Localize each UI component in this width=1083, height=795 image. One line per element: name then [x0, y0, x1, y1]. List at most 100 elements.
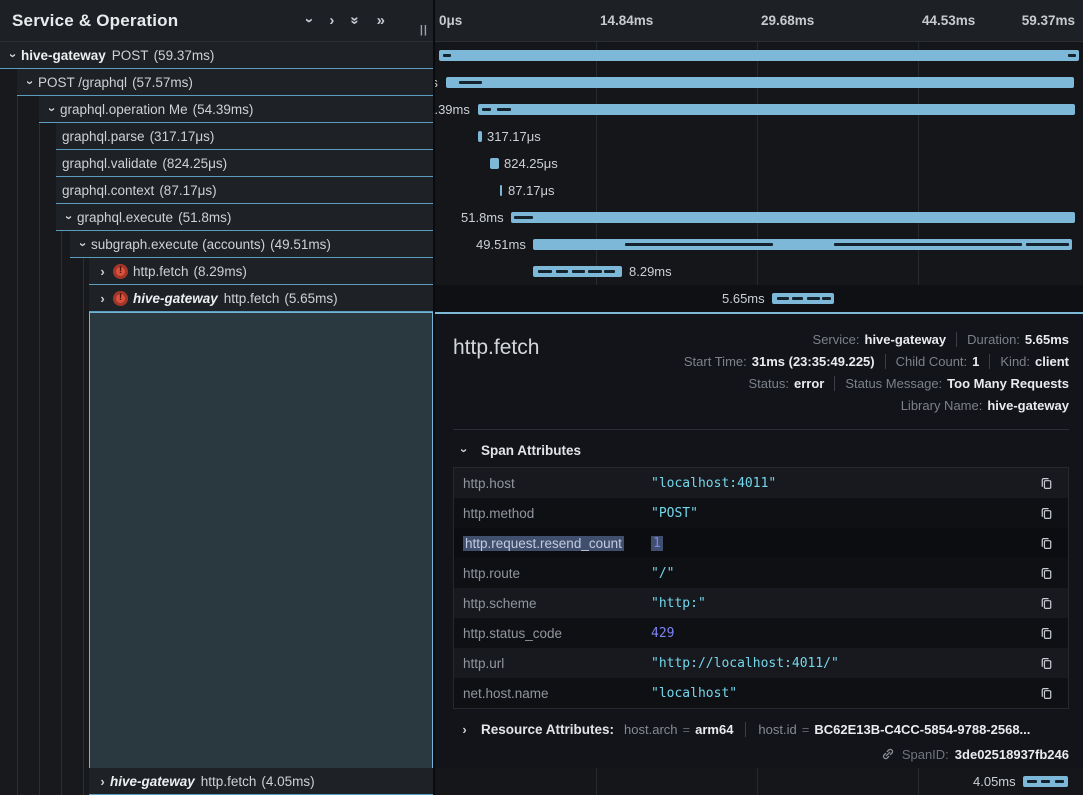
span-tree-row-content: graphql.parse(317.17μs) — [56, 123, 433, 150]
chevron-right-icon[interactable]: › — [95, 292, 110, 305]
timeline-tick-label: 44.53ms — [922, 13, 975, 28]
span-tree-row[interactable]: ›hive-gatewayhttp.fetch(4.05ms) — [0, 768, 433, 795]
span-tree-row[interactable]: graphql.context(87.17μs) — [0, 177, 433, 204]
resource-separator — [745, 722, 746, 737]
collapse-all-icon[interactable]: » — [348, 16, 363, 24]
timeline-row[interactable]: 317.17μs — [435, 123, 1083, 150]
span-duration-label: (824.25μs) — [162, 156, 227, 171]
span-tree-row-content: graphql.validate(824.25μs) — [56, 150, 433, 177]
span-duration-bar[interactable] — [478, 131, 482, 142]
timeline-row[interactable]: 4.05ms — [435, 768, 1083, 795]
attribute-value: "/" — [651, 566, 1037, 581]
chevron-down-icon[interactable]: › — [77, 237, 90, 252]
attribute-row[interactable]: net.host.name"localhost" — [454, 678, 1068, 708]
span-tree-row[interactable]: ›graphql.execute(51.8ms) — [0, 204, 433, 231]
span-duration-bar[interactable] — [478, 104, 1075, 115]
timeline-tick-label: 14.84ms — [600, 13, 653, 28]
span-duration-bar[interactable] — [500, 185, 502, 196]
span-tree-row-content: ›!http.fetch(8.29ms) — [89, 258, 433, 285]
child-span-marker — [443, 54, 451, 57]
timeline-row[interactable]: 824.25μs — [435, 150, 1083, 177]
span-tree-bottom-row: ›hive-gatewayhttp.fetch(4.05ms) — [0, 768, 433, 795]
copy-value-button[interactable] — [1037, 594, 1056, 613]
span-tree-row[interactable]: graphql.parse(317.17μs) — [0, 123, 433, 150]
chevron-down-icon[interactable]: › — [46, 102, 59, 117]
selected-span-highlight — [89, 312, 433, 768]
attribute-key: http.status_code — [463, 626, 651, 641]
attribute-row[interactable]: http.url"http://localhost:4011/" — [454, 648, 1068, 678]
span-tree-row[interactable]: ›hive-gatewayPOST(59.37ms) — [0, 42, 433, 69]
attribute-row[interactable]: http.request.resend_count1 — [454, 528, 1068, 558]
bar-duration-label: 87.17μs — [508, 183, 555, 198]
child-span-marker — [807, 297, 820, 300]
timeline-row[interactable]: 8.29ms — [435, 258, 1083, 285]
attribute-value: "POST" — [651, 506, 1037, 521]
copy-value-button[interactable] — [1037, 624, 1056, 643]
chevron-down-icon[interactable]: › — [63, 210, 76, 225]
copy-value-button[interactable] — [1037, 654, 1056, 673]
timeline-header: 0μs14.84ms29.68ms44.53ms59.37ms — [435, 0, 1083, 42]
copy-value-button[interactable] — [1037, 534, 1056, 553]
span-service-name: hive-gateway — [21, 48, 106, 63]
attribute-row[interactable]: http.scheme"http:" — [454, 588, 1068, 618]
child-span-marker — [482, 108, 491, 111]
attribute-value: 429 — [651, 626, 1037, 641]
collapse-one-icon[interactable]: › — [302, 18, 317, 23]
timeline-rows: 57.57ms 54.39ms317.17μs824.25μs 87.17μs 51.… — [435, 42, 1083, 312]
meta-line: Start Time:31ms (23:35:49.225)Child Coun… — [684, 350, 1069, 372]
copy-icon — [1039, 536, 1054, 551]
resource-attributes-title: Resource Attributes: — [481, 722, 614, 737]
span-operation-name: http.fetch — [224, 291, 280, 306]
span-duration-bar[interactable] — [490, 158, 499, 169]
meta-label: Library Name: — [901, 398, 983, 413]
resource-attributes-row[interactable]: ›Resource Attributes:host.arch=arm64host… — [457, 722, 1069, 737]
span-duration-label: (49.51ms) — [270, 237, 331, 252]
attribute-row[interactable]: http.status_code429 — [454, 618, 1068, 648]
meta-label: Status Message: — [845, 376, 942, 391]
child-span-marker — [1055, 780, 1064, 783]
timeline-row[interactable]: 5.65ms — [435, 285, 1083, 312]
span-tree-row[interactable]: ›subgraph.execute (accounts)(49.51ms) — [0, 231, 433, 258]
resource-value: arm64 — [695, 722, 733, 737]
span-tree-row[interactable]: ›!hive-gatewayhttp.fetch(5.65ms) — [0, 285, 433, 312]
span-tree-row[interactable]: ›graphql.operation Me(54.39ms) — [0, 96, 433, 123]
span-duration-bar[interactable] — [446, 77, 1074, 88]
meta-value: Too Many Requests — [947, 376, 1069, 391]
chevron-right-icon[interactable]: › — [95, 775, 110, 788]
span-duration-bar[interactable] — [511, 212, 1075, 223]
span-tree-row[interactable]: ›POST /graphql(57.57ms) — [0, 69, 433, 96]
span-duration-bar[interactable] — [439, 50, 1079, 61]
span-tree-row[interactable]: graphql.validate(824.25μs) — [0, 150, 433, 177]
span-tree-row[interactable]: ›!http.fetch(8.29ms) — [0, 258, 433, 285]
chevron-right-icon[interactable]: › — [457, 723, 472, 736]
span-attributes-header[interactable]: › Span Attributes — [457, 443, 1069, 458]
attribute-row[interactable]: http.host"localhost:4011" — [454, 468, 1068, 498]
copy-value-button[interactable] — [1037, 684, 1056, 703]
timeline-row[interactable] — [435, 42, 1083, 69]
bar-duration-label: 57.57ms — [433, 75, 438, 90]
timeline-row[interactable]: 51.8ms — [435, 204, 1083, 231]
timeline-row[interactable]: 54.39ms — [435, 96, 1083, 123]
panel-resize-handle[interactable]: || — [420, 24, 428, 36]
attribute-row[interactable]: http.route"/" — [454, 558, 1068, 588]
attribute-key: http.request.resend_count — [463, 536, 651, 551]
attribute-row[interactable]: http.method"POST" — [454, 498, 1068, 528]
span-tree-row-content: ›POST /graphql(57.57ms) — [17, 69, 433, 96]
timeline-row[interactable]: 57.57ms — [435, 69, 1083, 96]
chevron-right-icon[interactable]: › — [95, 265, 110, 278]
link-icon[interactable] — [880, 746, 896, 762]
expand-one-icon[interactable]: › — [329, 13, 334, 28]
timeline-row[interactable]: 49.51ms — [435, 231, 1083, 258]
chevron-down-icon[interactable]: › — [24, 75, 37, 90]
child-span-marker — [556, 270, 568, 273]
bar-duration-label: 51.8ms — [461, 210, 504, 225]
expand-all-icon[interactable]: » — [377, 13, 385, 28]
copy-value-button[interactable] — [1037, 504, 1056, 523]
copy-icon — [1039, 566, 1054, 581]
timeline-row[interactable]: 87.17μs — [435, 177, 1083, 204]
copy-value-button[interactable] — [1037, 564, 1056, 583]
attribute-key: http.url — [463, 656, 651, 671]
chevron-down-icon[interactable]: › — [7, 48, 20, 63]
copy-value-button[interactable] — [1037, 474, 1056, 493]
child-span-marker — [497, 108, 511, 111]
